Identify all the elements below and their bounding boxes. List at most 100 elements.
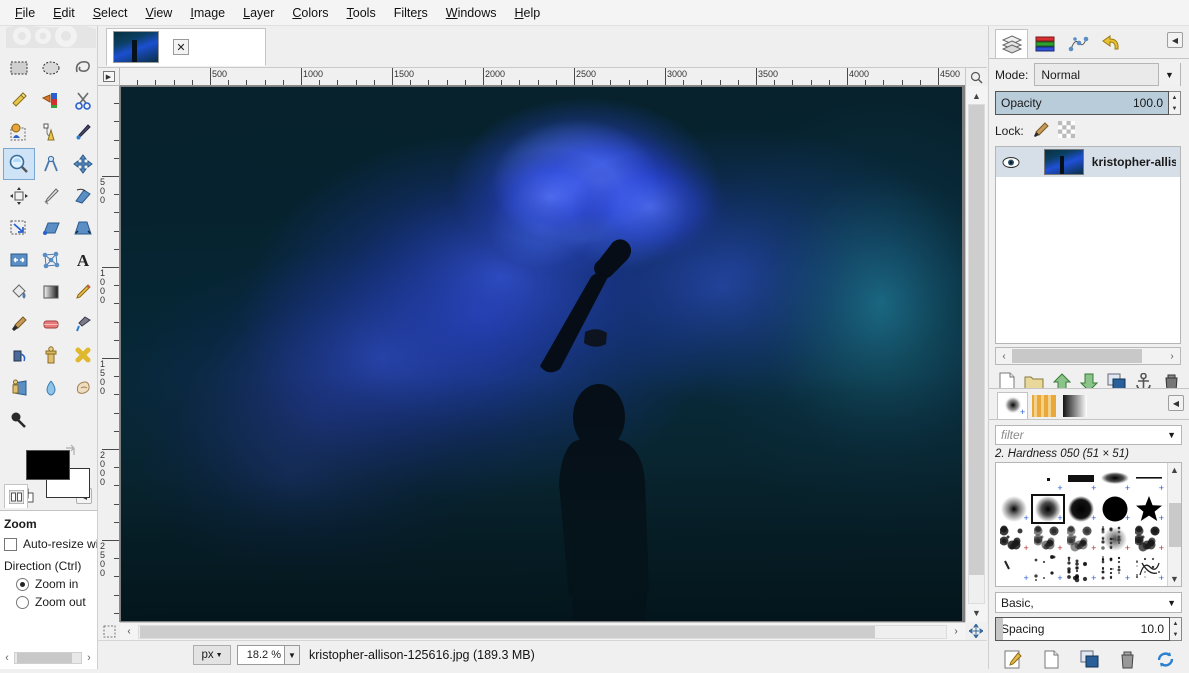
- horizontal-ruler[interactable]: 500 1000 1500 2000 2500 3000 3500 4000 4500: [120, 68, 965, 86]
- tool-zoom[interactable]: [3, 148, 35, 180]
- scroll-right-icon[interactable]: ›: [82, 652, 96, 664]
- tool-clone[interactable]: [35, 340, 67, 372]
- menu-image[interactable]: Image: [181, 2, 234, 24]
- brush-grid-scrollbar[interactable]: ▲ ▼: [1167, 463, 1181, 586]
- layer-list-hscrollbar[interactable]: ‹ ›: [995, 347, 1181, 365]
- brush-tag-filter[interactable]: Basic, ▼: [995, 592, 1182, 613]
- brush-cell[interactable]: +: [1098, 494, 1132, 524]
- tool-fuzzy-select[interactable]: [3, 84, 35, 116]
- tool-align[interactable]: [3, 180, 35, 212]
- brush-cell[interactable]: +: [1132, 494, 1166, 524]
- tool-paintbrush[interactable]: [3, 308, 35, 340]
- spacing-spinner[interactable]: ▲ ▼: [1170, 617, 1182, 641]
- tool-eraser[interactable]: [35, 308, 67, 340]
- tool-rotate[interactable]: [67, 180, 99, 212]
- scroll-track[interactable]: [1012, 349, 1164, 363]
- image-tab[interactable]: ✕: [106, 28, 266, 66]
- tool-bucket-fill[interactable]: [3, 276, 35, 308]
- menu-tools[interactable]: Tools: [338, 2, 385, 24]
- scroll-right-icon[interactable]: ›: [947, 626, 965, 637]
- scroll-down-icon[interactable]: ▼: [968, 605, 985, 620]
- layers-tab[interactable]: [995, 29, 1028, 58]
- hscroll-thumb[interactable]: [140, 625, 875, 638]
- scroll-left-icon[interactable]: ‹: [996, 351, 1012, 362]
- tool-free-select[interactable]: [67, 52, 99, 84]
- tool-paths[interactable]: [35, 116, 67, 148]
- menu-view[interactable]: View: [136, 2, 181, 24]
- tool-smudge[interactable]: [67, 372, 99, 404]
- menu-filters[interactable]: Filters: [385, 2, 437, 24]
- brush-cell[interactable]: [997, 464, 1031, 494]
- brush-cell[interactable]: +: [1031, 554, 1065, 584]
- tool-foreground-select[interactable]: [3, 116, 35, 148]
- tool-ink[interactable]: [3, 340, 35, 372]
- tool-blur-sharpen[interactable]: [35, 372, 67, 404]
- tool-perspective[interactable]: [67, 212, 99, 244]
- spacing-slider[interactable]: Spacing 10.0: [995, 617, 1170, 641]
- tool-gradient[interactable]: [35, 276, 67, 308]
- radio-zoom-in[interactable]: Zoom in: [0, 575, 97, 593]
- spinner-down-icon[interactable]: ▼: [1170, 629, 1181, 640]
- canvas-horizontal-scrollbar[interactable]: ‹ ›: [120, 622, 965, 640]
- scroll-thumb[interactable]: [17, 653, 72, 663]
- auto-resize-window-checkbox[interactable]: Auto-resize wind: [0, 535, 97, 553]
- menu-colors[interactable]: Colors: [283, 2, 337, 24]
- gradients-tab[interactable]: [1059, 392, 1090, 419]
- tool-rectangle-select[interactable]: [3, 52, 35, 84]
- brush-cell[interactable]: +: [1098, 464, 1132, 494]
- lock-pixels-icon[interactable]: [1032, 121, 1050, 142]
- brush-cell[interactable]: +: [1065, 464, 1099, 494]
- spinner-up-icon[interactable]: ▲: [1170, 618, 1181, 629]
- brush-cell[interactable]: +: [1098, 554, 1132, 584]
- tool-perspective-clone[interactable]: [3, 372, 35, 404]
- brush-cell[interactable]: +: [1098, 524, 1132, 554]
- brush-cell[interactable]: +: [1132, 554, 1166, 584]
- scroll-left-icon[interactable]: ‹: [120, 626, 138, 637]
- layer-row[interactable]: kristopher-allisc: [996, 147, 1180, 177]
- new-brush-icon[interactable]: [1040, 647, 1064, 671]
- duplicate-brush-icon[interactable]: [1077, 647, 1101, 671]
- scroll-thumb[interactable]: [1168, 503, 1181, 547]
- tool-flip[interactable]: [3, 244, 35, 276]
- unit-selector[interactable]: px ▼: [193, 645, 231, 665]
- ruler-unit-menu-icon[interactable]: ▶: [98, 68, 120, 86]
- tool-pencil[interactable]: [67, 276, 99, 308]
- tool-ellipse-select[interactable]: [35, 52, 67, 84]
- spinner-up-icon[interactable]: ▲: [1169, 92, 1180, 103]
- vscroll-thumb[interactable]: [969, 105, 984, 575]
- tool-dodge-burn[interactable]: [3, 404, 35, 436]
- tool-cage-transform[interactable]: [35, 244, 67, 276]
- zoom-image-window-icon[interactable]: [965, 68, 987, 86]
- edit-brush-icon[interactable]: [1002, 647, 1026, 671]
- close-icon[interactable]: ✕: [173, 39, 189, 55]
- tool-heal[interactable]: [67, 340, 99, 372]
- brush-cell[interactable]: +: [1031, 464, 1065, 494]
- refresh-brushes-icon[interactable]: [1153, 647, 1177, 671]
- brush-cell[interactable]: +: [997, 524, 1031, 554]
- undo-history-tab[interactable]: [1094, 29, 1127, 58]
- brush-cell[interactable]: +: [1031, 524, 1065, 554]
- image-canvas[interactable]: [121, 87, 962, 621]
- scroll-up-icon[interactable]: ▲: [968, 88, 985, 103]
- menu-windows[interactable]: Windows: [437, 2, 506, 24]
- brush-grid[interactable]: + + + + + + + + + + + + + + + + + + + ▲ ▼: [995, 462, 1182, 587]
- tool-scissors-select[interactable]: [67, 84, 99, 116]
- menu-select[interactable]: Select: [84, 2, 137, 24]
- spinner-down-icon[interactable]: ▼: [1169, 103, 1180, 114]
- canvas-viewport[interactable]: [120, 86, 965, 622]
- chevron-down-icon[interactable]: ▼: [285, 645, 300, 665]
- device-status-icon[interactable]: [4, 484, 28, 508]
- menu-edit[interactable]: Edit: [44, 2, 84, 24]
- dock-menu-icon[interactable]: ◀: [1167, 32, 1183, 48]
- dock-menu-icon[interactable]: ◀: [1168, 395, 1184, 411]
- brush-cell[interactable]: +: [1132, 464, 1166, 494]
- scroll-track[interactable]: [14, 652, 82, 664]
- layer-list[interactable]: kristopher-allisc: [995, 146, 1181, 344]
- tool-color-picker[interactable]: [67, 116, 99, 148]
- tool-select-by-color[interactable]: [35, 84, 67, 116]
- tool-measure[interactable]: [35, 148, 67, 180]
- zoom-selector[interactable]: 18.2 % ▼: [237, 645, 300, 665]
- navigate-canvas-icon[interactable]: [965, 622, 987, 640]
- blend-mode-select[interactable]: Normal ▼: [1034, 63, 1181, 86]
- tool-shear[interactable]: [35, 212, 67, 244]
